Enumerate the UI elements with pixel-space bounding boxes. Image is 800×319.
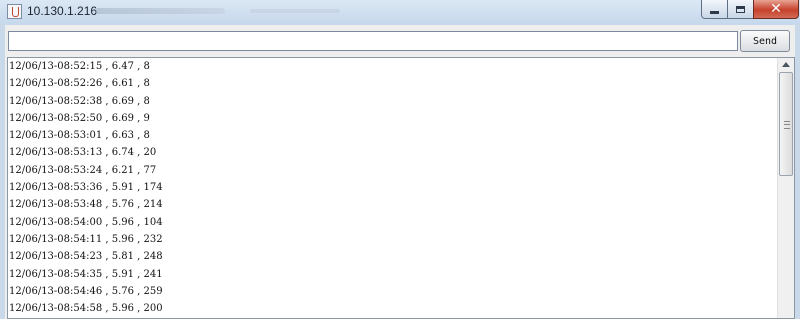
window-title: 10.130.1.216 <box>27 4 98 18</box>
output-area[interactable]: 12/06/13-08:52:15 , 6.47 , 8 12/06/13-08:… <box>7 57 795 319</box>
vertical-scrollbar[interactable] <box>777 58 794 318</box>
output-line: 12/06/13-08:53:24 , 6.21 , 77 <box>9 164 157 176</box>
title-bar[interactable]: 10.130.1.216 ✕ <box>0 0 800 24</box>
app-window: 10.130.1.216 ✕ Send 12/06/13-08:52:15 , … <box>0 0 800 319</box>
java-app-icon[interactable] <box>7 4 22 19</box>
output-line: 12/06/13-08:54:11 , 5.96 , 232 <box>9 233 163 245</box>
output-line: 12/06/13-08:54:35 , 5.91 , 241 <box>9 268 163 280</box>
close-button[interactable]: ✕ <box>753 0 799 19</box>
output-line: 12/06/13-08:54:58 , 5.96 , 200 <box>9 303 163 315</box>
minimize-icon <box>710 10 719 14</box>
command-input[interactable] <box>8 31 738 51</box>
maximize-button[interactable] <box>727 0 754 19</box>
scroll-up-icon[interactable] <box>782 62 790 67</box>
output-line: 12/06/13-08:53:13 , 6.74 , 20 <box>9 147 157 159</box>
output-line: 12/06/13-08:53:48 , 5.76 , 214 <box>9 199 163 211</box>
output-line: 12/06/13-08:52:26 , 6.61 , 8 <box>9 78 150 90</box>
close-icon: ✕ <box>770 1 782 17</box>
output-line: 12/06/13-08:53:01 , 6.63 , 8 <box>9 130 150 142</box>
output-line: 12/06/13-08:54:00 , 5.96 , 104 <box>9 216 163 228</box>
grip-icon <box>784 121 790 129</box>
output-line: 12/06/13-08:52:15 , 6.47 , 8 <box>9 61 150 72</box>
output-line: 12/06/13-08:53:36 , 5.91 , 174 <box>9 182 163 194</box>
client-area: Send 12/06/13-08:52:15 , 6.47 , 8 12/06/1… <box>5 25 795 319</box>
minimize-button[interactable] <box>701 0 728 19</box>
output-line: 12/06/13-08:52:38 , 6.69 , 8 <box>9 95 150 107</box>
output-line: 12/06/13-08:54:46 , 5.76 , 259 <box>9 285 163 297</box>
output-line: 12/06/13-08:52:50 , 6.69 , 9 <box>9 112 150 124</box>
window-border <box>795 25 800 319</box>
send-button[interactable]: Send <box>740 30 790 52</box>
title-blurred-text-2 <box>250 9 340 13</box>
scrollbar-thumb[interactable] <box>779 72 793 176</box>
maximize-icon <box>736 5 745 13</box>
title-blurred-text <box>95 8 225 14</box>
output-lines: 12/06/13-08:52:15 , 6.47 , 8 12/06/13-08:… <box>9 58 779 317</box>
output-line: 12/06/13-08:54:23 , 5.81 , 248 <box>9 251 163 263</box>
